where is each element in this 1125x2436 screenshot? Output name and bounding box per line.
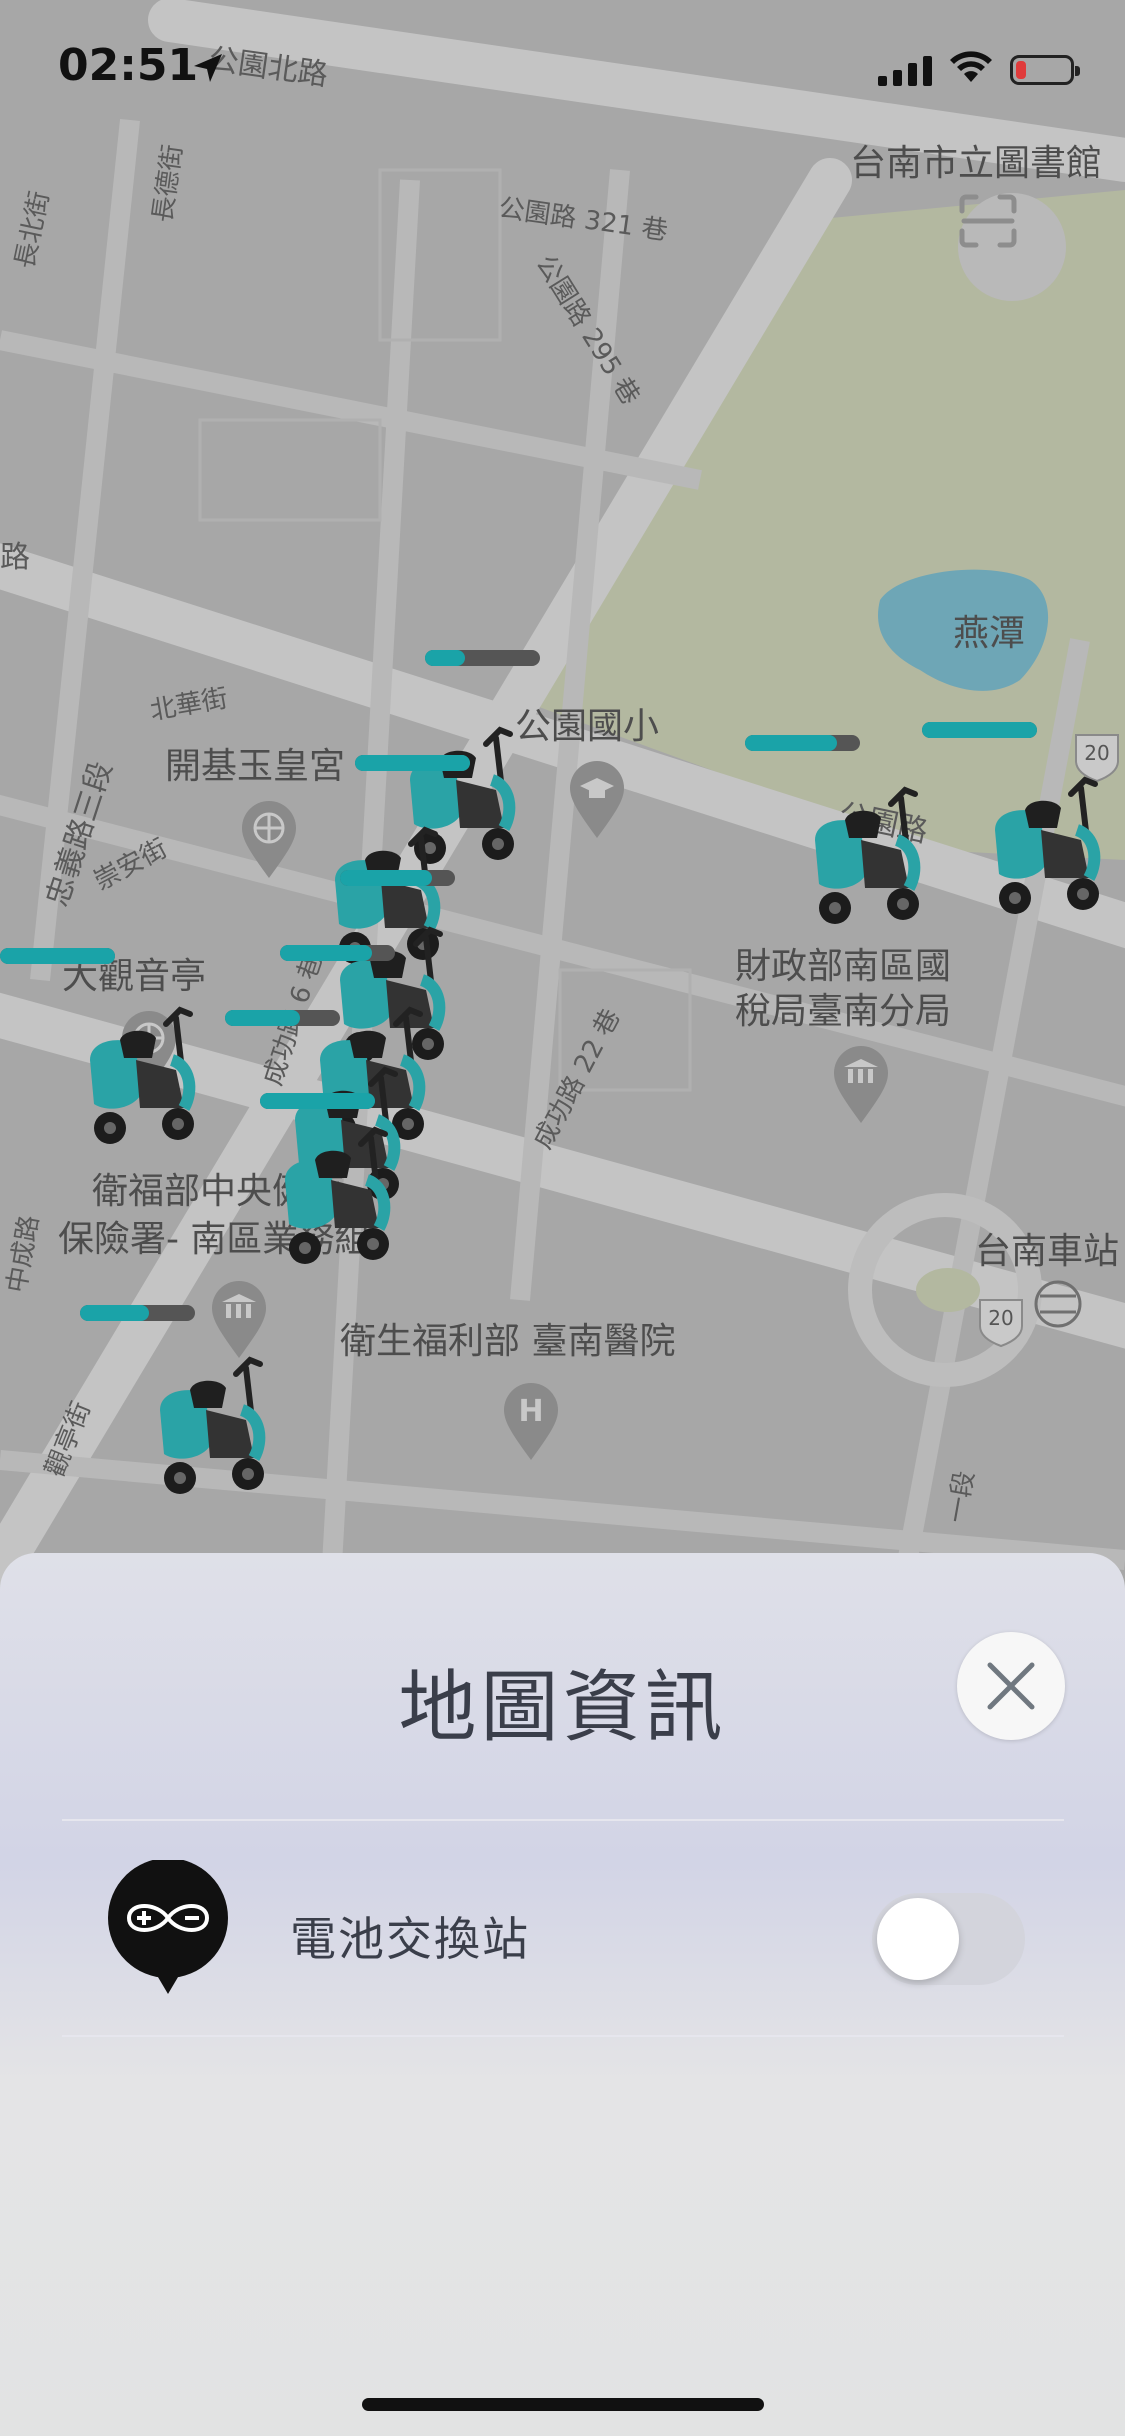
divider: [62, 2035, 1064, 2037]
scooter-battery-bar: [0, 948, 115, 964]
scan-icon: [959, 194, 1017, 248]
map-info-sheet: 地圖資訊 電池交換站: [0, 1553, 1125, 2436]
poi-label-tax-office: 財政部南區國: [735, 946, 952, 987]
government-pin-icon[interactable]: [210, 1280, 268, 1360]
scooter-battery-fill: [355, 755, 470, 771]
scooter-marker[interactable]: [275, 1120, 395, 1270]
cellular-signal-icon: [878, 56, 932, 86]
battery-swap-station-label: 電池交換站: [290, 1912, 530, 1966]
temple-pin-icon[interactable]: [240, 800, 298, 880]
poi-label-tax-office: 稅局臺南分局: [735, 991, 952, 1032]
road-label: 路: [0, 540, 30, 575]
scooter-marker[interactable]: [805, 780, 925, 930]
wifi-icon: [950, 51, 992, 82]
battery-icon: [1010, 55, 1080, 85]
map-view[interactable]: 公園北路 長北街 長德街 台南市立圖書館 公園路 321 巷 公園路 295 巷…: [0, 0, 1125, 1600]
poi-label-temple: 開基玉皇宮: [165, 746, 346, 787]
status-bar: 02:51: [0, 0, 1125, 130]
hospital-pin-icon[interactable]: H: [502, 1382, 560, 1462]
battery-swap-station-toggle[interactable]: [872, 1893, 1025, 1985]
scooter-battery-bar: [922, 722, 1037, 738]
poi-label-school: 公園國小: [515, 706, 660, 747]
poi-label-pond: 燕潭: [953, 613, 1026, 654]
sheet-title: 地圖資訊: [398, 1663, 727, 1753]
scooter-battery-bar: [80, 1305, 195, 1321]
battery-swap-station-icon: [108, 1860, 228, 1994]
divider: [62, 1819, 1064, 1821]
close-button[interactable]: [957, 1632, 1065, 1740]
poi-label-library: 台南市立圖書館: [850, 143, 1103, 184]
government-pin-icon[interactable]: [832, 1045, 890, 1125]
scooter-marker[interactable]: [150, 1350, 270, 1500]
scooter-battery-bar: [745, 735, 860, 751]
scooter-battery-bar: [280, 945, 395, 961]
poi-label-station: 台南車站: [975, 1231, 1120, 1272]
scooter-battery-fill: [225, 1010, 300, 1026]
scooter-battery-fill: [80, 1305, 149, 1321]
scooter-battery-fill: [260, 1093, 375, 1109]
scooter-battery-fill: [340, 870, 432, 886]
scooter-battery-bar: [340, 870, 455, 886]
scooter-marker[interactable]: [985, 770, 1105, 920]
school-pin-icon[interactable]: [568, 760, 626, 840]
scooter-battery-fill: [280, 945, 372, 961]
scooter-battery-bar: [425, 650, 540, 666]
scan-button[interactable]: [958, 193, 1066, 301]
home-indicator[interactable]: [362, 2398, 764, 2411]
close-icon: [987, 1662, 1035, 1710]
svg-text:H: H: [518, 1394, 543, 1429]
poi-label-hospital: 衛生福利部 臺南醫院: [340, 1321, 676, 1362]
scooter-marker[interactable]: [80, 1000, 200, 1150]
scooter-battery-bar: [225, 1010, 340, 1026]
scooter-battery-fill: [0, 948, 115, 964]
scooter-battery-fill: [922, 722, 1037, 738]
location-arrow-icon: [194, 54, 222, 82]
status-time: 02:51: [58, 40, 199, 91]
scooter-battery-fill: [745, 735, 837, 751]
scooter-battery-bar: [355, 755, 470, 771]
scooter-battery-bar: [260, 1093, 375, 1109]
toggle-knob: [877, 1898, 959, 1980]
battery-level: [1016, 61, 1026, 79]
scooter-battery-fill: [425, 650, 466, 666]
